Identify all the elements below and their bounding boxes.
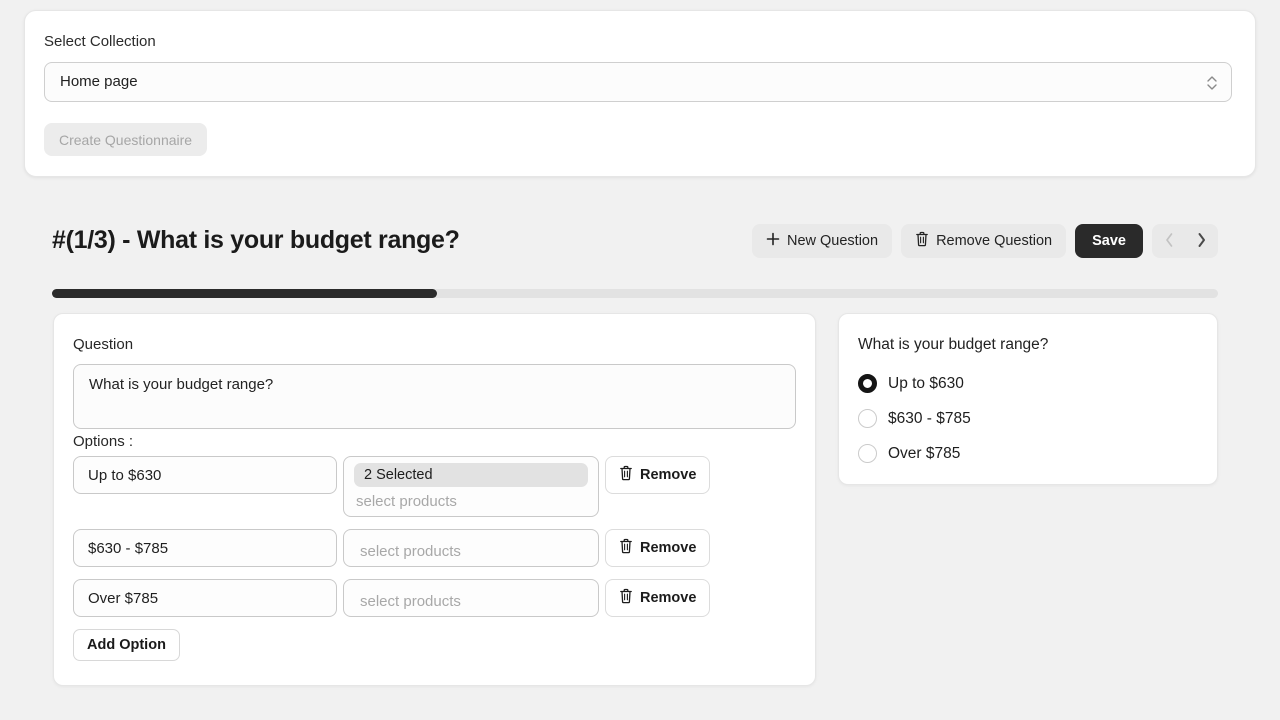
preview-option[interactable]: $630 - $785 — [858, 401, 971, 436]
preview-option[interactable]: Up to $630 — [858, 366, 971, 401]
question-textarea[interactable]: What is your budget range? — [73, 364, 796, 429]
collection-select-value: Home page — [60, 73, 138, 90]
radio-selected-icon[interactable] — [858, 374, 877, 393]
new-question-button[interactable]: New Question — [751, 224, 893, 258]
collection-select[interactable]: Home page — [44, 62, 1232, 102]
progress-bar — [52, 289, 1218, 298]
option-row: Over $785 select products Remove — [73, 579, 798, 617]
question-preview-card: What is your budget range? Up to $630 $63… — [838, 313, 1218, 485]
products-placeholder: select products — [360, 592, 461, 610]
collection-card: Select Collection Home page Create Quest… — [24, 10, 1256, 177]
create-questionnaire-button[interactable]: Create Questionnaire — [44, 123, 208, 156]
remove-option-button[interactable]: Remove — [605, 529, 711, 567]
remove-question-label: Remove Question — [936, 233, 1053, 249]
chevron-left-icon — [1164, 232, 1175, 251]
chevron-right-icon — [1196, 232, 1207, 251]
prev-question-button[interactable] — [1158, 228, 1180, 254]
remove-option-label: Remove — [640, 467, 697, 483]
option-products-select[interactable]: select products — [343, 529, 599, 567]
option-text-input[interactable]: Up to $630 — [73, 456, 337, 494]
option-products-select[interactable]: select products — [343, 579, 599, 617]
plus-icon — [766, 232, 780, 250]
trash-icon — [619, 538, 633, 558]
trash-icon — [619, 465, 633, 485]
question-nav-group — [1152, 224, 1218, 258]
page-title: #(1/3) - What is your budget range? — [52, 226, 460, 254]
selected-products-chip[interactable]: 2 Selected — [354, 463, 588, 487]
question-textarea-value: What is your budget range? — [89, 376, 274, 393]
question-editor-card: Question What is your budget range? Opti… — [53, 313, 816, 686]
new-question-label: New Question — [786, 233, 879, 249]
collection-label: Select Collection — [44, 33, 156, 50]
preview-option-label: Up to $630 — [888, 374, 964, 392]
remove-question-button[interactable]: Remove Question — [901, 224, 1067, 258]
remove-option-label: Remove — [640, 590, 697, 606]
remove-option-button[interactable]: Remove — [605, 579, 711, 617]
header-actions: New Question Remove Question Save — [751, 224, 1218, 258]
option-products-select[interactable]: 2 Selected select products — [343, 456, 599, 517]
option-text-input[interactable]: Over $785 — [73, 579, 337, 617]
preview-option-label: $630 - $785 — [888, 409, 971, 427]
preview-option-label: Over $785 — [888, 444, 961, 462]
trash-icon — [915, 231, 929, 251]
question-field-label: Question — [73, 336, 134, 353]
option-row: Up to $630 2 Selected select products Remo… — [73, 456, 798, 517]
preview-question-text: What is your budget range? — [858, 336, 1049, 353]
products-placeholder: select products — [356, 493, 457, 510]
option-text-input[interactable]: $630 - $785 — [73, 529, 337, 567]
chevron-up-down-icon — [1205, 72, 1219, 94]
preview-options-list: Up to $630 $630 - $785 Over $785 — [858, 366, 971, 471]
radio-unselected-icon[interactable] — [858, 409, 877, 428]
radio-unselected-icon[interactable] — [858, 444, 877, 463]
options-list: Up to $630 2 Selected select products Remo… — [73, 456, 798, 661]
remove-option-label: Remove — [640, 540, 697, 556]
add-option-button[interactable]: Add Option — [73, 629, 180, 661]
remove-option-button[interactable]: Remove — [605, 456, 711, 494]
save-button[interactable]: Save — [1075, 224, 1143, 258]
products-placeholder: select products — [360, 542, 461, 560]
trash-icon — [619, 588, 633, 608]
preview-option[interactable]: Over $785 — [858, 436, 971, 471]
next-question-button[interactable] — [1190, 228, 1212, 254]
options-label: Options : — [73, 433, 134, 450]
progress-bar-fill — [52, 289, 437, 298]
option-row: $630 - $785 select products Remove — [73, 529, 798, 567]
